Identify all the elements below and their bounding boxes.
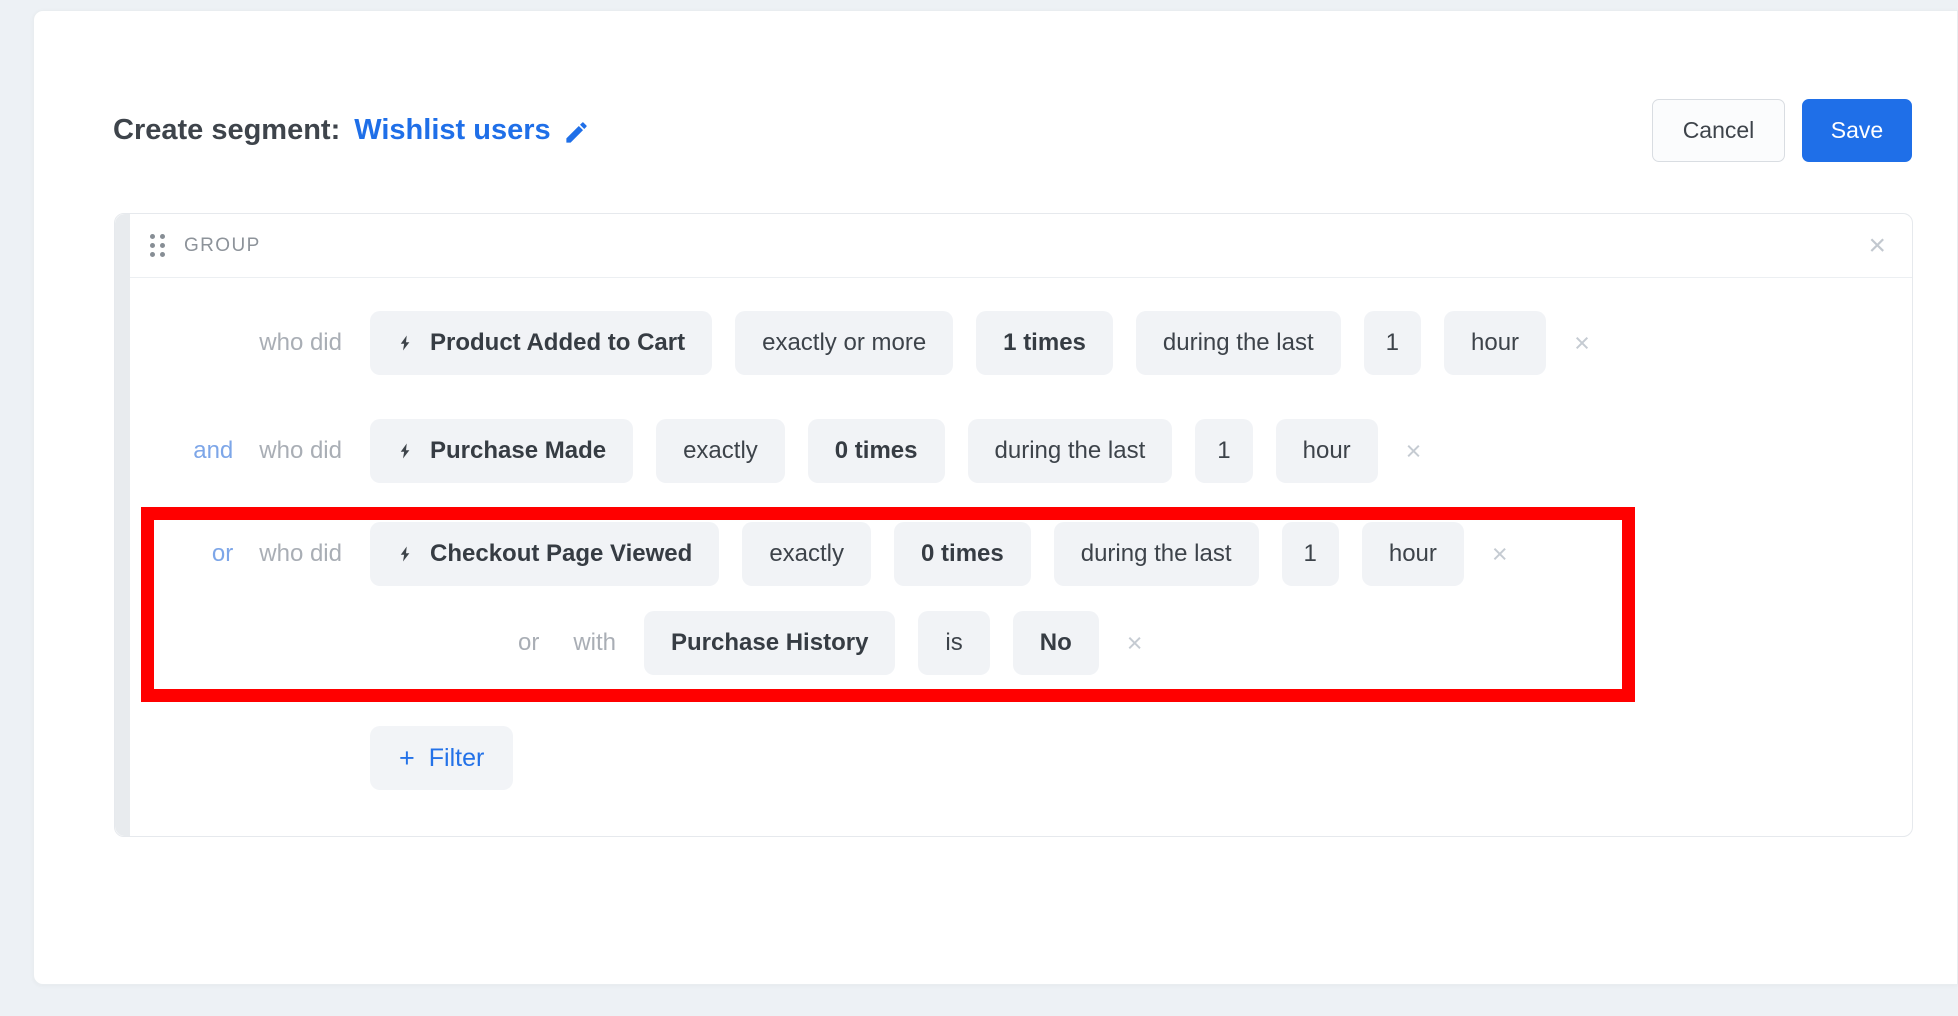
event-label: Product Added to Cart (430, 329, 685, 357)
row-subject: who did (259, 437, 342, 465)
row-connector: or (212, 540, 233, 568)
lightning-bolt-icon (397, 331, 415, 355)
row-subject: who did (259, 540, 342, 568)
row-subject: with (573, 629, 616, 657)
event-label: Purchase Made (430, 437, 606, 465)
main-panel: Create segment: Wishlist users Cancel Sa… (33, 10, 1958, 985)
drag-handle-icon[interactable] (150, 234, 165, 257)
group-label: GROUP (184, 235, 261, 257)
segment-name-link[interactable]: Wishlist users (354, 114, 589, 147)
segment-name-text: Wishlist users (354, 114, 550, 147)
value-pill[interactable]: 1 (1364, 311, 1421, 375)
value-pill[interactable]: 1 (1282, 522, 1339, 586)
attribute-pill[interactable]: Purchase History (644, 611, 895, 675)
edit-pencil-icon[interactable] (563, 119, 590, 146)
window-pill[interactable]: during the last (968, 419, 1173, 483)
group-drag-rail[interactable] (115, 214, 130, 836)
value-pill[interactable]: 1 (1195, 419, 1252, 483)
window-pill[interactable]: during the last (1136, 311, 1341, 375)
lightning-bolt-icon (397, 439, 415, 463)
row-labels: and who did (130, 437, 370, 465)
event-pill[interactable]: Purchase Made (370, 419, 633, 483)
operator-pill[interactable]: exactly or more (735, 311, 953, 375)
title-wrap: Create segment: Wishlist users (113, 114, 590, 147)
row-subject: who did (259, 329, 342, 357)
window-pill[interactable]: during the last (1054, 522, 1259, 586)
filter-row: who did Product Added to Cart exactly or… (130, 311, 1912, 375)
add-filter-button[interactable]: + Filter (370, 726, 513, 790)
remove-row-icon[interactable]: × (1574, 330, 1590, 357)
remove-row-icon[interactable]: × (1406, 438, 1422, 465)
cancel-button[interactable]: Cancel (1652, 99, 1785, 162)
unit-pill[interactable]: hour (1444, 311, 1546, 375)
count-pill[interactable]: 1 times (976, 311, 1113, 375)
page-title: Create segment: (113, 114, 340, 147)
event-pill[interactable]: Product Added to Cart (370, 311, 712, 375)
operator-pill[interactable]: exactly (742, 522, 871, 586)
row-labels: or who did (130, 540, 370, 568)
row-connector: and (193, 437, 233, 465)
add-filter-label: Filter (429, 744, 485, 773)
count-pill[interactable]: 0 times (808, 419, 945, 483)
remove-row-icon[interactable]: × (1127, 630, 1143, 657)
unit-pill[interactable]: hour (1362, 522, 1464, 586)
header-actions: Cancel Save (1652, 99, 1912, 162)
operator-pill[interactable]: exactly (656, 419, 785, 483)
event-label: Checkout Page Viewed (430, 540, 692, 568)
filter-subrow-highlighted: or with Purchase History is No × (130, 611, 1912, 675)
value-pill[interactable]: No (1013, 611, 1099, 675)
remove-row-icon[interactable]: × (1492, 541, 1508, 568)
save-button[interactable]: Save (1802, 99, 1912, 162)
group-header: GROUP × (130, 214, 1912, 278)
operator-pill[interactable]: is (918, 611, 989, 675)
group-close-icon[interactable]: × (1868, 231, 1886, 261)
row-connector: or (518, 629, 539, 657)
plus-icon: + (399, 745, 415, 772)
page-header: Create segment: Wishlist users Cancel Sa… (34, 11, 1957, 162)
unit-pill[interactable]: hour (1276, 419, 1378, 483)
row-labels: who did (130, 329, 370, 357)
count-pill[interactable]: 0 times (894, 522, 1031, 586)
event-pill[interactable]: Checkout Page Viewed (370, 522, 719, 586)
filter-row: and who did Purchase Made exactly 0 time… (130, 419, 1912, 483)
lightning-bolt-icon (397, 542, 415, 566)
filter-row-highlighted: or who did Checkout Page Viewed exactly … (130, 522, 1912, 586)
row-labels: or with (130, 629, 644, 657)
group-card: GROUP × who did Product Added to Cart ex… (114, 213, 1913, 837)
